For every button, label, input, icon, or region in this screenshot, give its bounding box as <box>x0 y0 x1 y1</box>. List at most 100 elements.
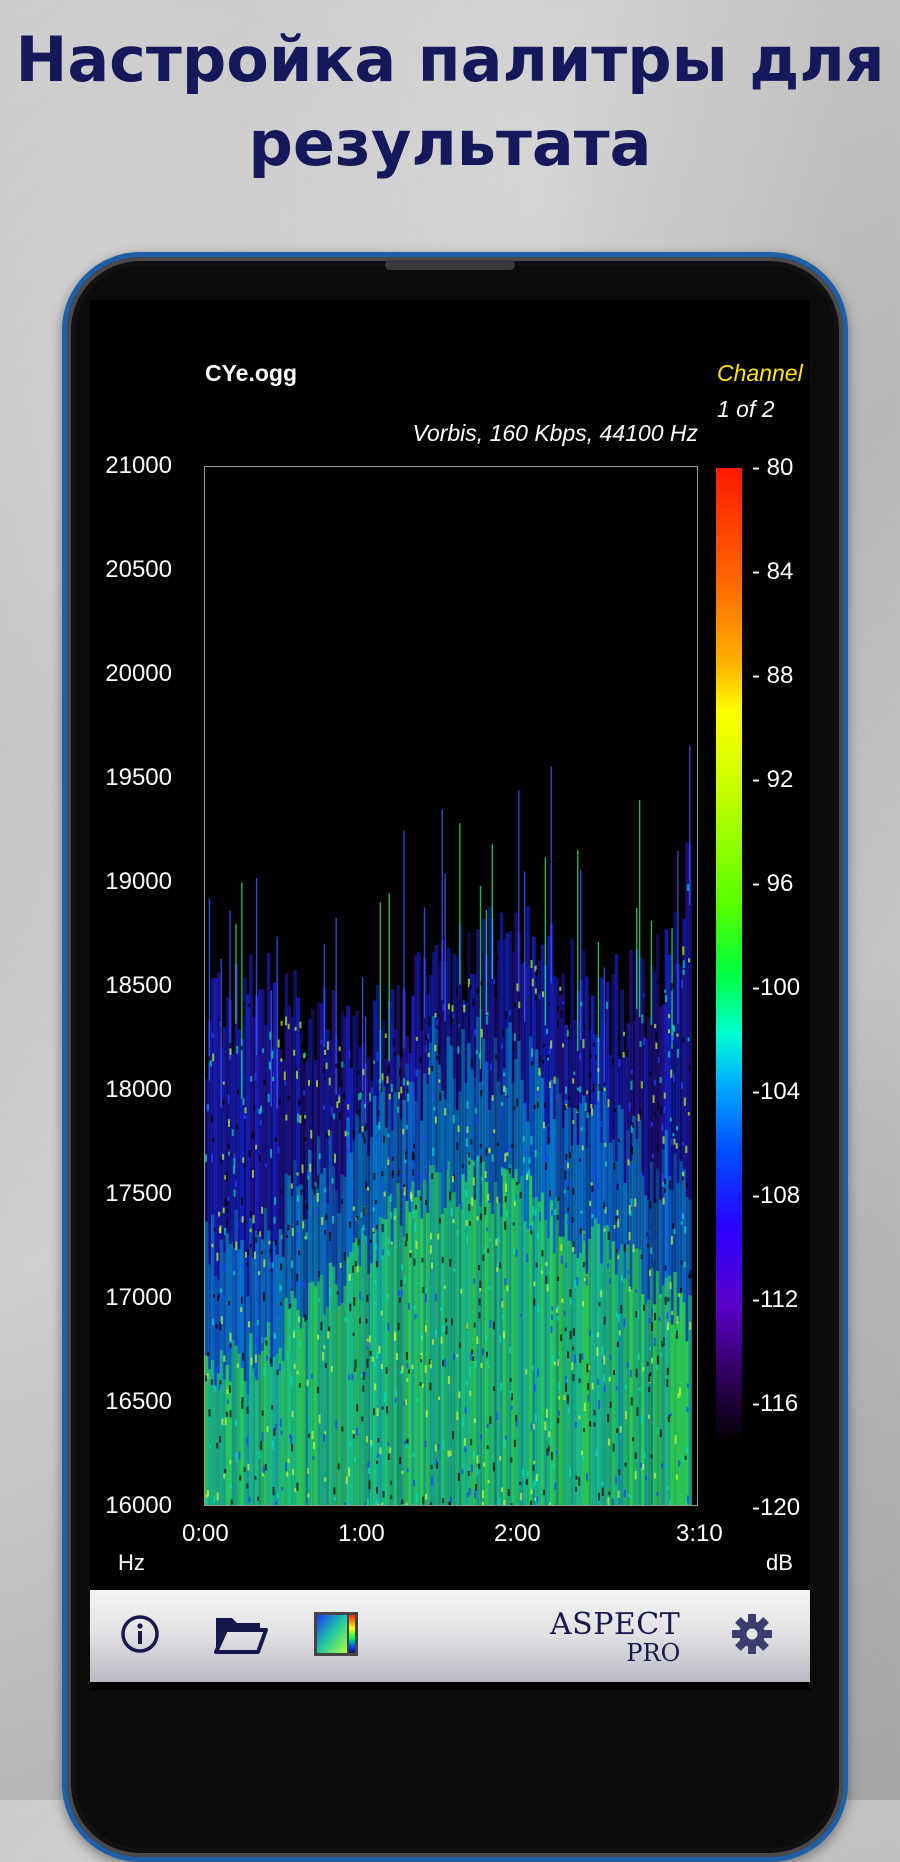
spectrogram-speck <box>288 1458 290 1463</box>
spectrogram-speck <box>365 1236 367 1244</box>
spectrogram-speck <box>584 1278 586 1281</box>
spectrogram-speck <box>464 1438 466 1446</box>
spectrogram-speck <box>542 1060 544 1064</box>
spectrogram-speck <box>621 1276 623 1281</box>
spectrogram-speck <box>337 1291 339 1295</box>
spectrogram-speck <box>220 1158 222 1164</box>
spectrogram-speck <box>244 1467 246 1471</box>
spectrogram-speck <box>248 1321 250 1327</box>
spectrogram-speck <box>412 1092 414 1096</box>
spectrogram-speck <box>379 1079 381 1084</box>
spectrogram-speck <box>422 1497 424 1505</box>
spectrogram-speck <box>523 1157 525 1162</box>
spectrogram-speck <box>294 1488 296 1492</box>
spectrogram-speck <box>503 1439 505 1447</box>
spectrogram-speck <box>641 1081 643 1088</box>
spectrogram-speck <box>373 1173 375 1180</box>
spectrogram-speck <box>575 1135 577 1144</box>
spectrogram-speck <box>422 1287 424 1293</box>
spectrogram-speck <box>649 1072 651 1076</box>
spectrogram-speck <box>353 1434 355 1438</box>
spectrogram-speck <box>533 1298 535 1305</box>
spectrogram-speck <box>413 1259 415 1266</box>
spectrogram-speck <box>256 1341 258 1345</box>
spectrogram-speck <box>421 1258 423 1262</box>
spectrogram-speck <box>513 1106 515 1109</box>
spectrogram-speck <box>480 1363 482 1368</box>
spectrogram-speck <box>383 1136 385 1143</box>
spectrogram-speck <box>687 1495 689 1503</box>
spectrogram-speck <box>676 1126 678 1130</box>
spectrogram-speck <box>665 1297 667 1305</box>
spectrogram-speck <box>364 1372 366 1376</box>
spectrogram-speck <box>280 1418 282 1426</box>
spectrogram-speck <box>623 1052 625 1058</box>
spectrogram-speck <box>472 1356 474 1360</box>
spectrogram-speck <box>501 1044 503 1049</box>
spectrogram-speck <box>604 1143 606 1147</box>
spectrogram-speck <box>260 1120 262 1125</box>
spectrogram-speck <box>366 1294 368 1301</box>
spectrogram-speck <box>645 1476 647 1480</box>
spectrogram-speck <box>673 1074 675 1082</box>
spectrogram-speck <box>366 1436 368 1442</box>
settings-button[interactable] <box>720 1602 784 1666</box>
brand-name: ASPECT <box>550 1610 680 1640</box>
spectrogram-speck <box>509 1391 511 1397</box>
spectrogram-speck <box>264 1367 266 1375</box>
spectrogram-speck <box>308 1080 310 1086</box>
spectrogram-speck <box>216 1253 218 1262</box>
spectrogram-speck <box>367 1462 369 1468</box>
spectrogram-speck <box>224 1228 226 1235</box>
codec-info: Vorbis, 160 Kbps, 44100 Hz <box>412 420 698 447</box>
spectrogram-speck <box>343 1093 345 1099</box>
spectrogram-speck <box>406 1125 408 1130</box>
spectrogram-speck <box>270 1249 272 1253</box>
spectrogram-speck <box>206 1494 208 1498</box>
spectrogram-speck <box>654 1313 656 1320</box>
spectrogram-speck <box>672 1223 674 1229</box>
spectrogram-speck <box>667 1297 669 1301</box>
spectrogram-speck <box>211 1115 213 1123</box>
spectrogram-speck <box>560 1010 562 1018</box>
spectrogram-speck <box>492 1095 494 1101</box>
channel-label[interactable]: Channel <box>717 360 803 387</box>
spectrogram-speck <box>218 1385 220 1390</box>
spectrogram-speck <box>375 1200 377 1204</box>
spectrogram-speck <box>671 1311 673 1315</box>
info-button[interactable] <box>108 1602 172 1666</box>
spectrogram-speck <box>619 1330 621 1335</box>
spectrogram-speck <box>438 1397 440 1400</box>
spectrogram-speck <box>230 1333 232 1342</box>
spectrogram-speck <box>349 1221 351 1227</box>
spectrogram-speck <box>349 1050 351 1058</box>
spectrogram-speck <box>357 1070 359 1075</box>
spectrogram-speck <box>629 1210 631 1216</box>
spectrogram-speck <box>631 1146 633 1155</box>
spectrogram-speck <box>233 1020 235 1029</box>
phone-speaker <box>385 260 515 270</box>
y-tick-label: 20000 <box>90 660 172 688</box>
spectrogram-speck <box>394 1052 396 1057</box>
spectrogram-speck <box>473 1177 475 1185</box>
spectrogram-speck <box>298 1250 300 1255</box>
brand-sub: PRO <box>550 1640 680 1666</box>
color-scale-tick: -120 <box>752 1494 800 1522</box>
spectrogram-speck <box>668 1014 670 1018</box>
spectrogram-columns <box>205 746 692 1506</box>
color-scale-tick: -108 <box>752 1182 800 1210</box>
spectrogram-speck <box>572 1188 574 1195</box>
spectrogram-speck <box>296 1071 298 1079</box>
spectrogram-plot[interactable] <box>204 466 698 1506</box>
spectrogram-speck <box>468 1161 470 1165</box>
spectrogram-speck <box>591 1185 593 1192</box>
palette-icon <box>313 1611 359 1657</box>
palette-button[interactable] <box>304 1602 368 1666</box>
spectrogram-speck <box>511 1503 513 1506</box>
channel-value[interactable]: 1 of 2 <box>717 396 775 423</box>
open-file-button[interactable] <box>208 1602 272 1666</box>
spectrogram-speck <box>459 1173 461 1178</box>
spectrogram-speck <box>299 1383 301 1388</box>
spectrogram-speck <box>361 1417 363 1422</box>
spectrogram-speck <box>456 1354 458 1357</box>
